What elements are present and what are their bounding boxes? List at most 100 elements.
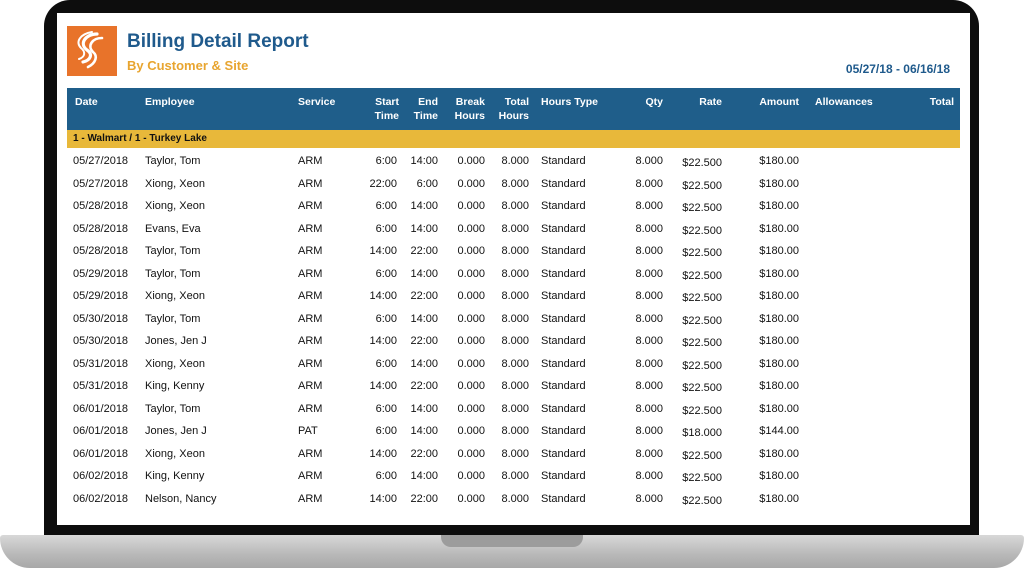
cell-end-time: 22:00 xyxy=(410,335,438,347)
cell-break-hours: 0.000 xyxy=(457,335,485,347)
cell-start-time: 6:00 xyxy=(375,425,397,437)
cell-total-hours: 8.000 xyxy=(501,155,529,167)
table-row: 06/02/2018 King, Kenny ARM 6:00 14:00 0.000 8.… xyxy=(67,465,960,488)
cell-qty: 8.000 xyxy=(635,402,663,415)
cell-total-hours: 8.000 xyxy=(501,335,529,347)
cell-qty: 8.000 xyxy=(635,380,663,392)
cell-hours-type: Standard xyxy=(541,402,586,415)
cell-break-hours: 0.000 xyxy=(457,380,485,392)
cell-break-hours: 0.000 xyxy=(457,222,485,235)
col-header-rate: Rate xyxy=(699,96,722,108)
cell-service: ARM xyxy=(298,312,323,325)
cell-employee: Xiong, Xeon xyxy=(145,200,205,212)
cell-start-time: 6:00 xyxy=(375,200,397,212)
cell-break-hours: 0.000 xyxy=(457,402,485,415)
screen: Billing Detail Report By Customer & Site… xyxy=(57,13,970,525)
cell-qty: 8.000 xyxy=(635,245,663,257)
cell-rate: $22.500 xyxy=(682,494,722,507)
col-header-date: Date xyxy=(75,96,98,108)
cell-amount: $180.00 xyxy=(759,200,799,212)
col-header-start-time-line2: Time xyxy=(374,110,399,122)
cell-rate: $22.500 xyxy=(682,247,722,259)
laptop-notch xyxy=(441,535,583,547)
cell-hours-type: Standard xyxy=(541,492,586,505)
cell-employee: Xiong, Xeon xyxy=(145,290,205,302)
cell-amount: $180.00 xyxy=(759,492,799,505)
cell-rate: $22.500 xyxy=(682,224,722,237)
cell-employee: King, Kenny xyxy=(145,380,205,392)
cell-amount: $180.00 xyxy=(759,335,799,347)
table-row: 05/28/2018 Xiong, Xeon ARM 6:00 14:00 0.000 8.… xyxy=(67,195,960,218)
cell-end-time: 22:00 xyxy=(410,447,438,460)
cell-date: 05/27/2018 xyxy=(73,177,129,190)
cell-total-hours: 8.000 xyxy=(501,402,529,415)
cell-total-hours: 8.000 xyxy=(501,492,529,505)
col-header-total: Total xyxy=(929,96,954,108)
cell-break-hours: 0.000 xyxy=(457,200,485,212)
cell-start-time: 14:00 xyxy=(369,447,397,460)
cell-service: ARM xyxy=(298,245,323,257)
cell-date: 05/28/2018 xyxy=(73,222,129,235)
cell-date: 05/29/2018 xyxy=(73,290,129,302)
table-row: 05/29/2018 Taylor, Tom ARM 6:00 14:00 0.000 8.… xyxy=(67,263,960,286)
group-label: 1 - Walmart / 1 - Turkey Lake xyxy=(73,133,207,144)
col-header-allowances: Allowances xyxy=(815,96,873,108)
cell-rate: $22.500 xyxy=(682,202,722,214)
cell-service: ARM xyxy=(298,177,323,190)
cell-employee: Xiong, Xeon xyxy=(145,177,205,190)
col-header-total-hours: Total Hours xyxy=(499,95,529,123)
cell-qty: 8.000 xyxy=(635,470,663,482)
cell-service: ARM xyxy=(298,447,323,460)
cell-employee: Taylor, Tom xyxy=(145,312,201,325)
cell-start-time: 6:00 xyxy=(375,402,397,415)
cell-amount: $180.00 xyxy=(759,177,799,190)
cell-break-hours: 0.000 xyxy=(457,290,485,302)
cell-service: ARM xyxy=(298,402,323,415)
cell-break-hours: 0.000 xyxy=(457,357,485,370)
cell-total-hours: 8.000 xyxy=(501,425,529,437)
table-row: 05/29/2018 Xiong, Xeon ARM 14:00 22:00 0.000 8… xyxy=(67,285,960,308)
cell-break-hours: 0.000 xyxy=(457,312,485,325)
cell-qty: 8.000 xyxy=(635,335,663,347)
cell-total-hours: 8.000 xyxy=(501,245,529,257)
cell-hours-type: Standard xyxy=(541,290,586,302)
table-row: 05/31/2018 Xiong, Xeon ARM 6:00 14:00 0.000 8.… xyxy=(67,353,960,376)
cell-service: PAT xyxy=(298,425,318,437)
cell-service: ARM xyxy=(298,290,323,302)
col-header-end-time: End Time xyxy=(414,95,438,123)
cell-rate: $22.500 xyxy=(682,404,722,417)
cell-hours-type: Standard xyxy=(541,312,586,325)
cell-date: 05/31/2018 xyxy=(73,357,129,370)
cell-qty: 8.000 xyxy=(635,267,663,280)
cell-service: ARM xyxy=(298,357,323,370)
cell-break-hours: 0.000 xyxy=(457,425,485,437)
cell-end-time: 14:00 xyxy=(410,357,438,370)
cell-rate: $22.500 xyxy=(682,472,722,484)
col-header-amount: Amount xyxy=(759,96,799,108)
col-header-start-time-line1: Start xyxy=(375,96,399,108)
cell-employee: Xiong, Xeon xyxy=(145,357,205,370)
cell-break-hours: 0.000 xyxy=(457,492,485,505)
cell-service: ARM xyxy=(298,200,323,212)
cell-hours-type: Standard xyxy=(541,177,586,190)
cell-end-time: 14:00 xyxy=(410,312,438,325)
cell-total-hours: 8.000 xyxy=(501,447,529,460)
cell-end-time: 14:00 xyxy=(410,267,438,280)
cell-total-hours: 8.000 xyxy=(501,200,529,212)
cell-start-time: 6:00 xyxy=(375,470,397,482)
cell-employee: Jones, Jen J xyxy=(145,425,207,437)
cell-employee: Xiong, Xeon xyxy=(145,447,205,460)
cell-end-time: 22:00 xyxy=(410,290,438,302)
table-row: 05/28/2018 Taylor, Tom ARM 14:00 22:00 0.000 8… xyxy=(67,240,960,263)
cell-total-hours: 8.000 xyxy=(501,357,529,370)
cell-rate: $22.500 xyxy=(682,179,722,192)
cell-service: ARM xyxy=(298,155,323,167)
cell-rate: $22.500 xyxy=(682,269,722,282)
cell-date: 06/02/2018 xyxy=(73,470,129,482)
cell-date: 06/02/2018 xyxy=(73,492,129,505)
cell-total-hours: 8.000 xyxy=(501,312,529,325)
cell-end-time: 14:00 xyxy=(410,470,438,482)
cell-amount: $180.00 xyxy=(759,357,799,370)
cell-qty: 8.000 xyxy=(635,425,663,437)
cell-start-time: 6:00 xyxy=(375,155,397,167)
